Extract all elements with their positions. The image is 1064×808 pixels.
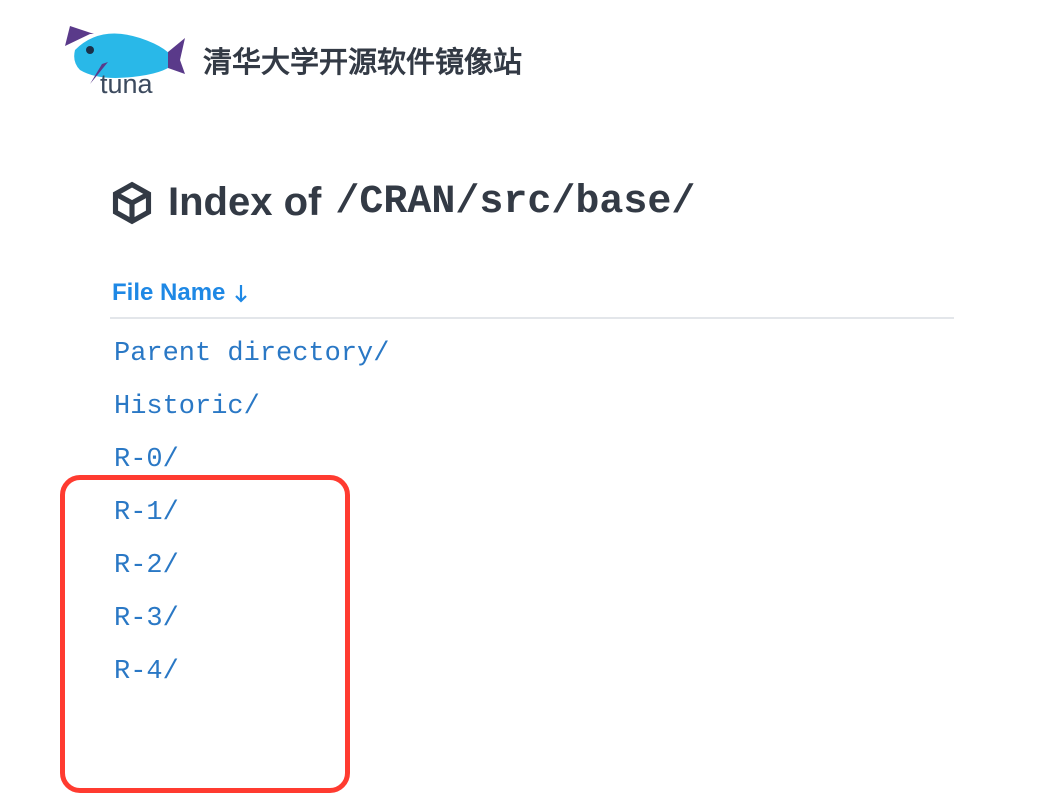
arrow-down-icon xyxy=(233,283,249,303)
index-heading: Index of /CRAN/src/base/ xyxy=(110,180,954,225)
file-link-r1[interactable]: R-1/ xyxy=(114,498,179,528)
file-link-r0[interactable]: R-0/ xyxy=(114,445,179,475)
file-link-r2[interactable]: R-2/ xyxy=(114,551,179,581)
svg-text:tuna: tuna xyxy=(100,69,154,99)
file-link-r4[interactable]: R-4/ xyxy=(114,657,179,687)
heading-prefix: Index of xyxy=(168,180,321,225)
file-link-parent[interactable]: Parent directory/ xyxy=(114,339,389,369)
file-link-r3[interactable]: R-3/ xyxy=(114,604,179,634)
site-title: 清华大学开源软件镜像站 xyxy=(203,39,522,81)
file-list: Parent directory/ Historic/ R-0/ R-1/ R-… xyxy=(110,339,954,687)
file-link-historic[interactable]: Historic/ xyxy=(114,392,260,422)
tuna-logo[interactable]: tuna xyxy=(60,20,185,100)
column-header-file-name[interactable]: File Name xyxy=(110,271,954,319)
main-content: Index of /CRAN/src/base/ File Name Paren… xyxy=(0,110,1064,707)
page-header: tuna 清华大学开源软件镜像站 xyxy=(0,0,1064,110)
package-icon xyxy=(110,181,154,225)
heading-path: /CRAN/src/base/ xyxy=(335,180,695,225)
column-header-label: File Name xyxy=(112,279,225,307)
